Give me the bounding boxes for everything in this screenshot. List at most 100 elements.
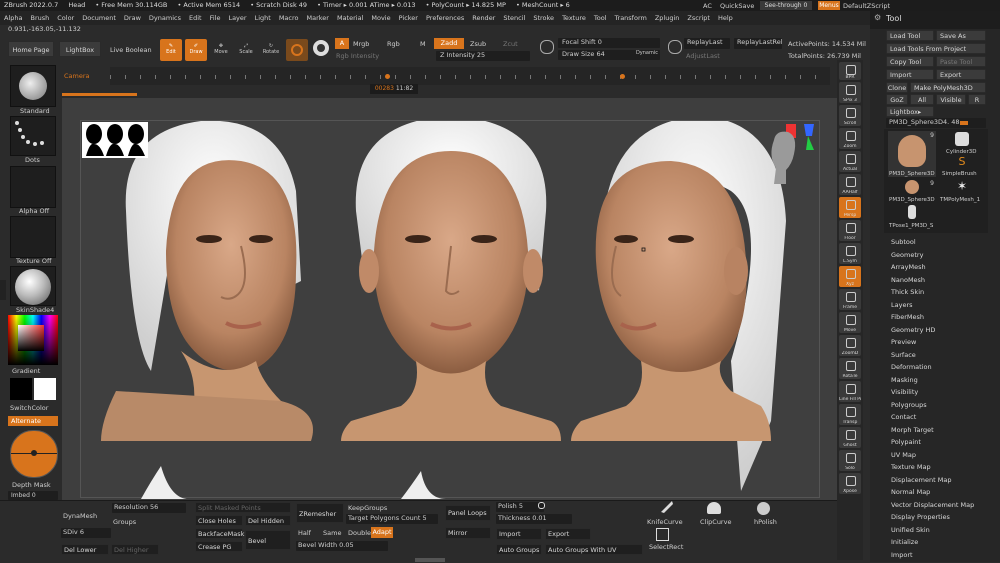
shelf-line-fill-polyf[interactable]: Line Fill PolyF: [839, 381, 861, 402]
export-button[interactable]: Export: [936, 69, 986, 80]
dynamesh-button[interactable]: DynaMesh: [63, 512, 97, 520]
backfacemask-button[interactable]: BackfaceMask: [195, 528, 244, 539]
see-through-slider[interactable]: See-through 0: [760, 1, 812, 10]
menu-brush[interactable]: Brush: [30, 14, 49, 22]
silhouette-thumbnail[interactable]: [82, 122, 148, 158]
shelf-persp[interactable]: Persp: [839, 197, 861, 218]
draw-size-slider[interactable]: Draw Size 64 Dynamic: [558, 50, 660, 60]
timeline-keyframe[interactable]: [385, 74, 390, 79]
timeline-keyframe[interactable]: [620, 74, 625, 79]
menu-marker[interactable]: Marker: [306, 14, 328, 22]
menu-alpha[interactable]: Alpha: [4, 14, 22, 22]
replaylastrel-button[interactable]: ReplayLastRel: [734, 38, 783, 49]
brush-thumbnail[interactable]: [10, 65, 56, 107]
draw-button[interactable]: ✐ Draw: [185, 39, 207, 61]
zcut-button[interactable]: Zcut: [503, 40, 518, 48]
tool-section-polygroups[interactable]: Polygroups: [884, 399, 994, 412]
shelf-ghost[interactable]: Ghost: [839, 427, 861, 448]
z-intensity-slider[interactable]: Z Intensity 25: [436, 51, 530, 61]
r-button[interactable]: R: [968, 94, 986, 105]
adapt-button[interactable]: Adapt: [371, 527, 393, 538]
auto-groups-button[interactable]: Auto Groups: [496, 544, 542, 555]
tool-section-normal-map[interactable]: Normal Map: [884, 486, 994, 499]
thickness-slider[interactable]: Thickness 0.01: [496, 514, 572, 524]
load-tools-from-project-button[interactable]: Load Tools From Project: [886, 43, 986, 54]
rgb-intensity-slider[interactable]: Rgb Intensity: [336, 52, 379, 60]
menu-transform[interactable]: Transform: [615, 14, 647, 22]
shelf-l-sym[interactable]: L.Sym: [839, 243, 861, 264]
tool-section-vector-displacement-map[interactable]: Vector Displacement Map: [884, 499, 994, 512]
bottom-export-button[interactable]: Export: [545, 528, 591, 540]
live-boolean-button[interactable]: Live Boolean: [110, 46, 152, 54]
shelf-spix-3[interactable]: SPix 3: [839, 82, 861, 103]
tool-section-displacement-map[interactable]: Displacement Map: [884, 474, 994, 487]
a-button[interactable]: A: [335, 38, 349, 49]
tool-section-masking[interactable]: Masking: [884, 374, 994, 387]
switchcolor-button[interactable]: SwitchColor: [10, 404, 48, 412]
tool-section-surface[interactable]: Surface: [884, 349, 994, 362]
timeline-track[interactable]: [110, 67, 830, 85]
panel-loops-button[interactable]: Panel Loops: [445, 505, 491, 521]
tool-thumb-6[interactable]: TPose1_PM3D_S: [888, 205, 936, 229]
knifecurve-icon[interactable]: [660, 500, 674, 514]
del-hidden-button[interactable]: Del Hidden: [245, 515, 291, 526]
tool-section-fibermesh[interactable]: FiberMesh: [884, 311, 994, 324]
clone-button[interactable]: Clone: [886, 82, 908, 93]
tool-section-morph-target[interactable]: Morph Target: [884, 424, 994, 437]
shelf-actual[interactable]: Actual: [839, 151, 861, 172]
shelf-xyz[interactable]: Xyz: [839, 266, 861, 287]
selectrect-button[interactable]: SelectRect: [649, 543, 683, 551]
shelf-frame[interactable]: Frame: [839, 289, 861, 310]
color-picker[interactable]: [8, 315, 58, 365]
tool-section-import[interactable]: Import: [884, 549, 994, 562]
menu-macro[interactable]: Macro: [279, 14, 299, 22]
shelf-scroll[interactable]: Scroll: [839, 105, 861, 126]
double-button[interactable]: Double: [348, 529, 371, 537]
all-button[interactable]: All: [910, 94, 934, 105]
shelf-solo[interactable]: Solo: [839, 450, 861, 471]
bevel-button[interactable]: Bevel: [245, 530, 291, 550]
tool-thumb-3[interactable]: S SimpleBrush: [938, 155, 986, 177]
goz-button[interactable]: GoZ: [886, 94, 908, 105]
polish-slider[interactable]: Polish 5: [496, 502, 544, 512]
gear-icon[interactable]: ⚙: [874, 13, 881, 22]
shelf-zoomd[interactable]: ZoomD: [839, 335, 861, 356]
menus-button[interactable]: Menus: [818, 1, 840, 10]
menu-dynamics[interactable]: Dynamics: [149, 14, 181, 22]
mirror-button[interactable]: Mirror: [445, 527, 491, 539]
tool-section-uv-map[interactable]: UV Map: [884, 449, 994, 462]
left-tray-handle[interactable]: [0, 280, 6, 300]
default-zscript-button[interactable]: DefaultZScript: [843, 2, 890, 10]
tool-section-unified-skin[interactable]: Unified Skin: [884, 524, 994, 537]
m-button[interactable]: M: [420, 40, 426, 48]
del-lower-button[interactable]: Del Lower: [61, 544, 109, 555]
target-polygons-slider[interactable]: Target Polygons Count 5: [346, 514, 438, 524]
focal-shift-slider[interactable]: Focal Shift 0: [558, 38, 660, 48]
tool-thumb-4[interactable]: 9 PM3D_Sphere3D: [888, 179, 936, 203]
sdiv-slider[interactable]: SDiv 6: [61, 528, 111, 538]
tool-thumb-1[interactable]: 9 PM3D_Sphere3D: [888, 131, 936, 177]
zsub-button[interactable]: Zsub: [470, 40, 486, 48]
auto-groups-uv-button[interactable]: Auto Groups With UV: [545, 544, 643, 555]
tool-section-visibility[interactable]: Visibility: [884, 386, 994, 399]
rotate-button[interactable]: ↻ Rotate: [260, 39, 282, 61]
crease-pg-button[interactable]: Crease PG: [195, 541, 243, 552]
replaylast-button[interactable]: ReplayLast: [684, 38, 730, 49]
menu-texture[interactable]: Texture: [562, 14, 586, 22]
menu-tool[interactable]: Tool: [594, 14, 607, 22]
polish-toggle[interactable]: [538, 502, 545, 509]
hpolish-button[interactable]: hPolish: [754, 518, 777, 526]
primary-color-swatch[interactable]: [10, 378, 32, 400]
close-holes-button[interactable]: Close Holes: [195, 515, 243, 526]
menu-preferences[interactable]: Preferences: [426, 14, 464, 22]
menu-edit[interactable]: Edit: [189, 14, 202, 22]
menu-help[interactable]: Help: [718, 14, 733, 22]
secondary-color-swatch[interactable]: [34, 378, 56, 400]
depth-mask-dial[interactable]: [10, 430, 58, 478]
keepgroups-button[interactable]: KeepGroups: [348, 504, 387, 512]
tool-section-geometry[interactable]: Geometry: [884, 249, 994, 262]
zremesher-button[interactable]: ZRemesher: [296, 503, 344, 523]
sculptris-pro-button[interactable]: [313, 40, 329, 56]
shelf-floor[interactable]: Floor: [839, 220, 861, 241]
same-button[interactable]: Same: [323, 529, 341, 537]
